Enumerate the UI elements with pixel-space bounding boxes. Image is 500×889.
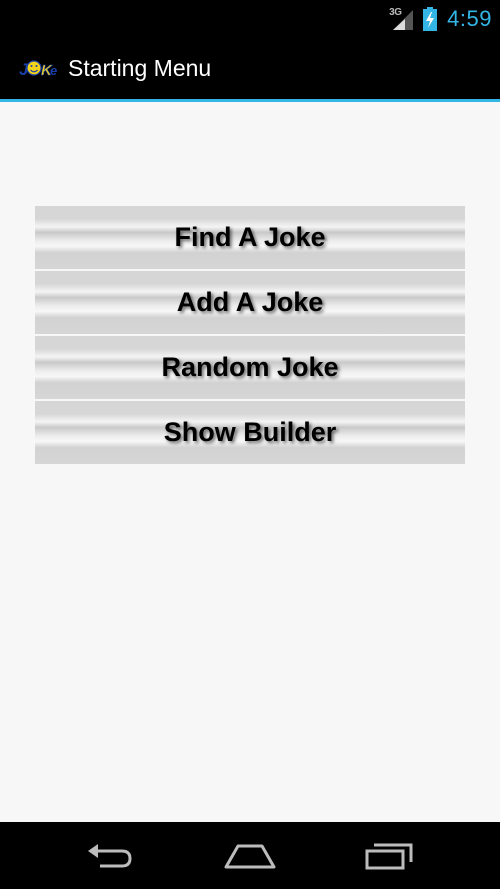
- menu-button-label: Add A Joke: [176, 287, 324, 317]
- svg-text:e: e: [50, 63, 57, 78]
- recent-apps-icon[interactable]: [345, 822, 435, 889]
- home-icon[interactable]: [205, 822, 295, 889]
- navigation-bar: [0, 822, 500, 889]
- signal-icon: 3G: [389, 6, 415, 32]
- random-joke-button[interactable]: Random Joke: [35, 336, 465, 399]
- starting-menu: Find A Joke Add A Joke Random Joke Show …: [35, 206, 465, 464]
- menu-button-label: Find A Joke: [174, 222, 326, 252]
- clock: 4:59: [447, 5, 492, 31]
- show-builder-button[interactable]: Show Builder: [35, 401, 465, 464]
- joke-logo-icon[interactable]: J K e: [19, 55, 59, 81]
- menu-button-label: Random Joke: [161, 352, 339, 382]
- action-bar: J K e Starting Menu: [0, 37, 500, 99]
- screen: 3G 4:59 J K e Starting Menu Find A Joke …: [0, 0, 500, 889]
- find-joke-button[interactable]: Find A Joke: [35, 206, 465, 269]
- action-bar-divider: [0, 99, 500, 102]
- add-joke-button[interactable]: Add A Joke: [35, 271, 465, 334]
- status-bar: 3G 4:59: [0, 0, 500, 37]
- status-icons: 3G 4:59: [389, 0, 492, 37]
- battery-charging-icon: [423, 6, 438, 31]
- menu-button-label: Show Builder: [163, 417, 337, 447]
- app-title: Starting Menu: [68, 54, 212, 81]
- back-icon[interactable]: [65, 822, 155, 889]
